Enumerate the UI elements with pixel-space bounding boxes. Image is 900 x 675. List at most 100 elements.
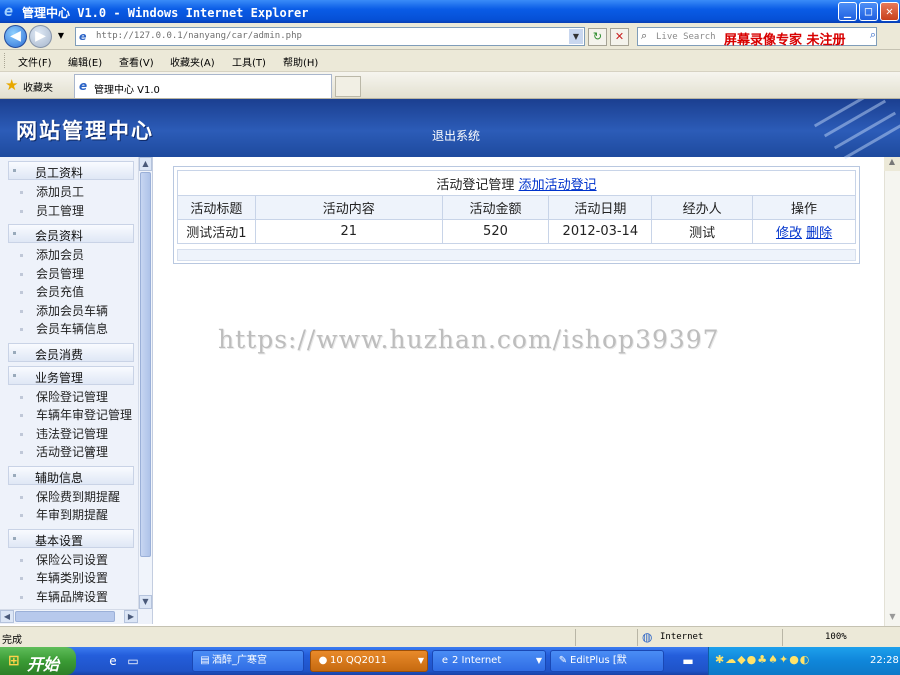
task-button-editplus[interactable]: ✎ EditPlus [默 (550, 650, 664, 672)
logout-link[interactable]: 退出系统 (432, 127, 480, 144)
sidebar-item-label: 添加员工 (36, 185, 85, 199)
url-text[interactable]: http://127.0.0.1/nanyang/car/admin.php (96, 31, 302, 41)
sidebar-section-business[interactable]: 业务管理 (8, 365, 134, 385)
window-title-bar[interactable]: e 管理中心 V1.0 - Windows Internet Explorer … (0, 0, 900, 23)
item-bullet (20, 309, 23, 313)
group-arrow-icon: ▼ (535, 656, 542, 665)
sidebar-item-add-member[interactable]: 添加会员 (0, 246, 138, 265)
favorites-button[interactable]: 收藏夹 (23, 79, 53, 94)
sidebar-item-vehicle-type-settings[interactable]: 车辆类别设置 (0, 569, 138, 588)
cell-handler: 测试 (651, 219, 754, 244)
minimize-button[interactable]: _ (838, 2, 857, 21)
show-desktop-icon[interactable]: ▬ (680, 653, 696, 669)
item-bullet (20, 577, 23, 580)
new-tab-button[interactable] (335, 76, 361, 97)
menu-edit[interactable]: 编辑(E) (68, 54, 102, 69)
sidebar-vertical-scrollbar[interactable]: ▲ ▼ (138, 157, 152, 609)
sidebar-section-member-consumption[interactable]: 会员消费 (8, 342, 134, 362)
scroll-up-icon[interactable]: ▲ (139, 157, 152, 171)
item-bullet (20, 451, 23, 454)
tray-icons[interactable]: ✱☁◆●♣♠✦●◐ (715, 653, 810, 666)
sidebar-item-label: 车辆类别设置 (36, 571, 109, 585)
scroll-down-icon[interactable]: ▼ (139, 595, 152, 609)
page-vertical-scrollbar[interactable]: ▼ (884, 157, 900, 626)
item-bullet (20, 414, 23, 417)
delete-link[interactable]: 删除 (806, 226, 832, 241)
recent-pages-dropdown[interactable]: ▼ (54, 28, 68, 46)
stop-button[interactable]: ✕ (610, 28, 629, 46)
tab-ie-icon: e (79, 79, 88, 93)
scroll-left-icon[interactable]: ◀ (0, 610, 14, 623)
table-footer (177, 249, 856, 261)
page-scroll-up-icon[interactable]: ▲ (884, 157, 900, 171)
edit-link[interactable]: 修改 (776, 226, 802, 241)
sidebar-item-staff-manage[interactable]: 员工管理 (0, 202, 138, 221)
sidebar-item-label: 会员车辆信息 (36, 322, 109, 336)
tab-admin-center[interactable]: e 管理中心 V1.0 (74, 74, 332, 98)
sidebar-item-insurance-register[interactable]: 保险登记管理 (0, 388, 138, 407)
sidebar-item-activity-register[interactable]: 活动登记管理 (0, 443, 138, 462)
task-button-internet[interactable]: e2 Internet ▼ (432, 650, 546, 672)
favorites-star-icon[interactable]: ★ (5, 76, 18, 94)
menu-favorites[interactable]: 收藏夹(A) (170, 54, 215, 69)
sidebar-horizontal-scrollbar[interactable]: ◀ ▶ (0, 609, 138, 623)
section-bullet (13, 373, 16, 377)
sidebar-item-vehicle-brand-settings[interactable]: 车辆品牌设置 (0, 588, 138, 607)
security-zone[interactable]: Internet (660, 632, 703, 642)
menu-help[interactable]: 帮助(H) (283, 54, 318, 69)
section-bullet (13, 232, 16, 235)
quicklaunch-ie-icon[interactable]: e (105, 653, 121, 669)
start-label: 开始 (27, 655, 60, 674)
recorder-watermark: 屏幕录像专家 未注册 (724, 33, 846, 48)
scroll-thumb[interactable] (140, 172, 151, 557)
sidebar-item-label: 员工管理 (36, 203, 85, 218)
page-scroll-down-icon[interactable]: ▼ (885, 612, 900, 626)
cell-date: 2012-03-14 (548, 219, 653, 244)
activity-register-panel: 活动登记管理 添加活动登记 活动标题 活动内容 活动金额 活动日期 经办人 操作… (173, 166, 860, 264)
task-button-1[interactable]: ▤ 酒醉_广寒宫 (192, 650, 304, 672)
sidebar-menu: 员工资料 添加员工 员工管理 会员资料 添加会员 会员管理 会员充值 添加会员车… (0, 157, 138, 609)
sidebar-item-add-staff[interactable]: 添加员工 (0, 183, 138, 202)
start-button[interactable]: ⊞ 开始 (0, 647, 76, 675)
scroll-thumb[interactable] (15, 611, 115, 622)
sidebar-item-insurer-settings[interactable]: 保险公司设置 (0, 551, 138, 570)
task-label: 10 QQ2011 (330, 655, 388, 666)
status-bar: 完成 ◍ Internet 100% (0, 626, 900, 647)
sidebar-item-add-member-vehicle[interactable]: 添加会员车辆 (0, 302, 138, 321)
task-button-qq[interactable]: ● 10 QQ2011 ▼ (310, 650, 428, 672)
forward-button[interactable]: ▶ (29, 25, 52, 48)
zoom-level[interactable]: 100% (825, 632, 847, 642)
menu-tools[interactable]: 工具(T) (232, 54, 266, 69)
address-dropdown-icon[interactable]: ▼ (569, 29, 583, 44)
sidebar-section-auxiliary[interactable]: 辅助信息 (8, 465, 134, 485)
sidebar-item-member-vehicle-info[interactable]: 会员车辆信息 (0, 320, 138, 339)
live-search-box[interactable]: ⌕ Live Search 屏幕录像专家 未注册 (637, 27, 877, 48)
sidebar-item-violation-register[interactable]: 违法登记管理 (0, 425, 138, 444)
refresh-button[interactable]: ↻ (588, 28, 607, 46)
close-button[interactable]: ✕ (880, 2, 899, 21)
sidebar-section-staff[interactable]: 员工资料 (8, 161, 134, 180)
item-bullet (20, 495, 23, 499)
maximize-button[interactable]: □ (859, 2, 878, 21)
sidebar-item-label: 添加会员 (36, 248, 85, 262)
menu-view[interactable]: 查看(V) (119, 54, 154, 69)
tray-clock[interactable]: 22:28 (870, 655, 899, 666)
windows-taskbar: ⊞ 开始 e ▭ ▤ 酒醉_广寒宫 ● 10 QQ2011 ▼ e2 Interne… (0, 647, 900, 675)
search-go-button[interactable]: ⌕ (864, 28, 882, 45)
add-activity-link[interactable]: 添加活动登记 (519, 178, 597, 193)
sidebar-section-members[interactable]: 会员资料 (8, 224, 134, 243)
sidebar-item-insurance-expiry[interactable]: 保险费到期提醒 (0, 488, 138, 507)
scroll-right-icon[interactable]: ▶ (124, 610, 138, 623)
sidebar-item-inspection-expiry[interactable]: 年审到期提醒 (0, 506, 138, 525)
activity-table: 活动登记管理 添加活动登记 活动标题 活动内容 活动金额 活动日期 经办人 操作… (177, 170, 856, 244)
address-field[interactable]: e http://127.0.0.1/nanyang/car/admin.php… (75, 27, 585, 46)
sidebar-item-annual-inspection[interactable]: 车辆年审登记管理 (0, 406, 138, 425)
back-button[interactable]: ◀ (4, 25, 27, 48)
sidebar-item-member-manage[interactable]: 会员管理 (0, 265, 138, 284)
section-title: 业务管理 (35, 370, 84, 385)
group-arrow-icon: ▼ (417, 656, 424, 665)
menu-file[interactable]: 文件(F) (18, 54, 52, 69)
sidebar-item-member-recharge[interactable]: 会员充值 (0, 283, 138, 302)
sidebar-section-settings[interactable]: 基本设置 (8, 528, 134, 548)
quicklaunch-folder-icon[interactable]: ▭ (125, 653, 141, 669)
